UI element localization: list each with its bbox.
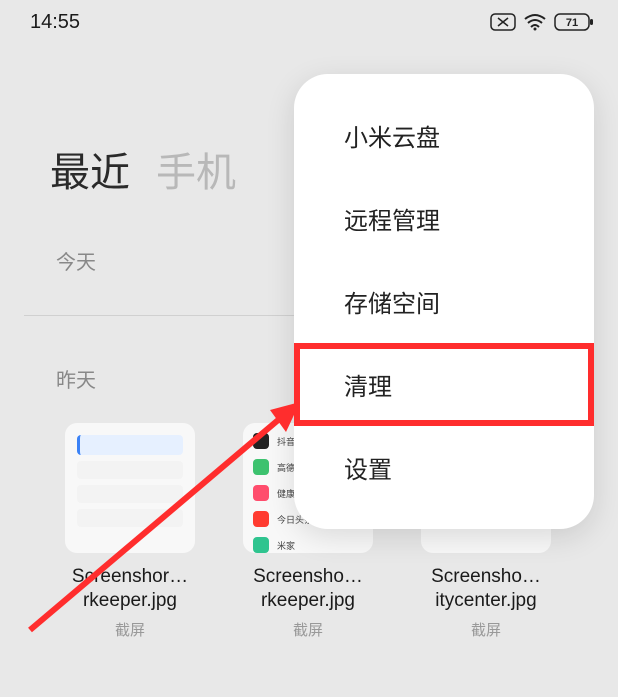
popup-item[interactable]: 设置 <box>294 426 594 509</box>
file-thumbnail <box>65 423 195 553</box>
wifi-icon <box>524 13 546 31</box>
file-item[interactable]: Screenshor…rkeeper.jpg 截屏 <box>50 423 210 640</box>
status-icons: 71 <box>490 13 594 31</box>
file-sub: 截屏 <box>293 619 323 640</box>
popup-item[interactable]: 存储空间 <box>294 260 594 343</box>
file-name: Screensho…itycenter.jpg <box>431 565 541 613</box>
popup-menu: 小米云盘远程管理存储空间清理设置 <box>294 74 594 529</box>
popup-item[interactable]: 远程管理 <box>294 177 594 260</box>
file-sub: 截屏 <box>115 619 145 640</box>
tab-recent[interactable]: 最近 <box>50 140 130 198</box>
popup-item[interactable]: 清理 <box>294 343 594 426</box>
popup-item[interactable]: 小米云盘 <box>294 94 594 177</box>
do-not-disturb-icon <box>490 13 516 31</box>
tab-phone[interactable]: 手机 <box>156 140 236 198</box>
battery-icon: 71 <box>554 13 594 31</box>
file-name: Screensho…rkeeper.jpg <box>253 565 363 613</box>
file-name: Screenshor…rkeeper.jpg <box>72 565 188 613</box>
svg-text:71: 71 <box>566 17 578 29</box>
file-sub: 截屏 <box>471 619 501 640</box>
status-bar: 14:55 71 <box>0 0 618 40</box>
status-time: 14:55 <box>30 11 80 34</box>
